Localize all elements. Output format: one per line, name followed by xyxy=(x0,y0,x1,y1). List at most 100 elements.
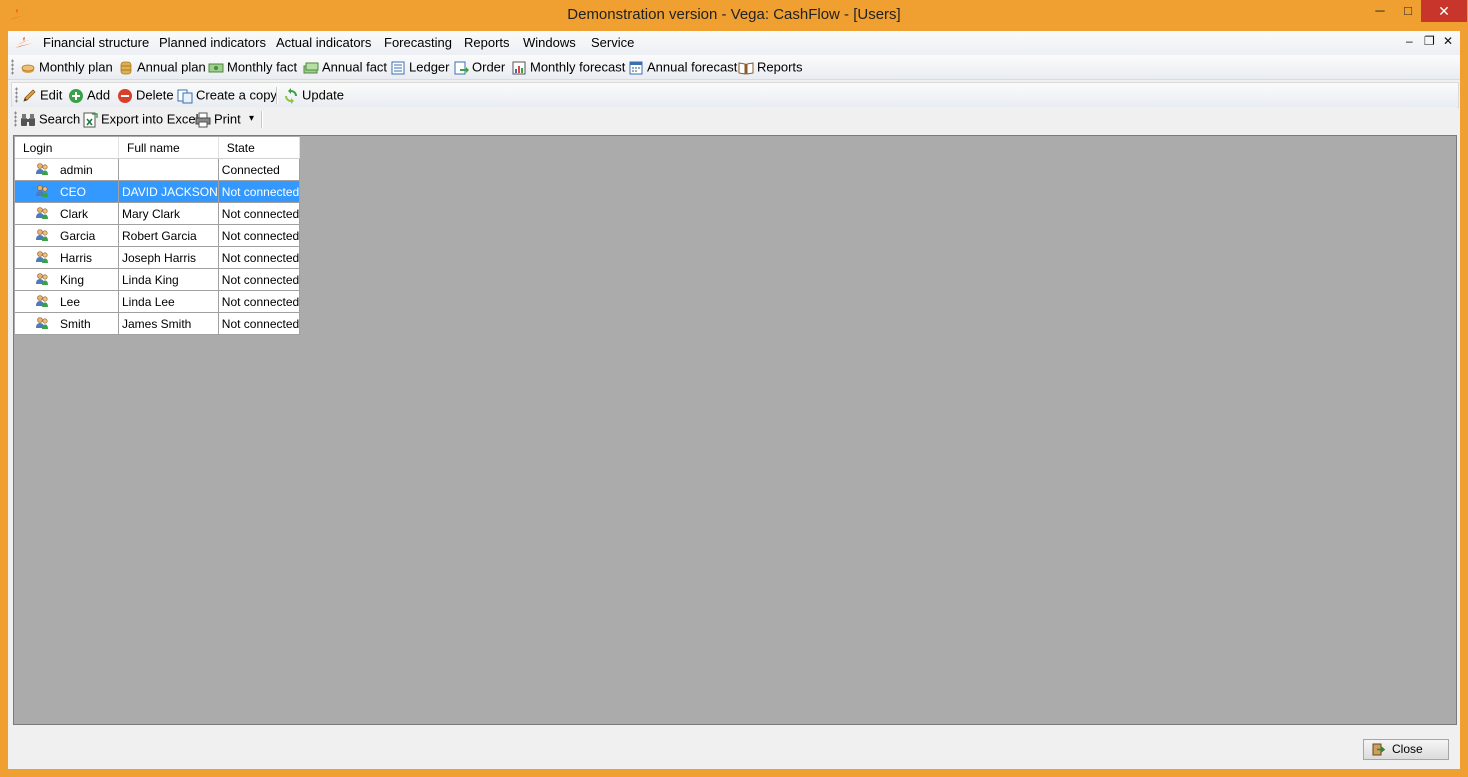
login-cell[interactable]: Garcia xyxy=(15,224,119,247)
export-excel-button[interactable]: Export into Excel xyxy=(82,110,199,128)
full-name-cell[interactable]: Linda King xyxy=(118,268,219,291)
add-icon xyxy=(69,88,83,103)
update-button[interactable]: Update xyxy=(283,86,344,104)
refresh-icon xyxy=(285,87,297,104)
login-cell[interactable]: CEO xyxy=(15,180,119,203)
create-copy-button[interactable]: Create a copy xyxy=(177,86,277,104)
login-cell[interactable]: Harris xyxy=(15,246,119,269)
search-button[interactable]: Search xyxy=(20,110,80,128)
user-icon xyxy=(35,228,49,242)
monthly-forecast-button[interactable]: Monthly forecast xyxy=(511,58,625,76)
toolbar-grip[interactable] xyxy=(11,59,14,75)
table-row[interactable]: King Linda King Not connected xyxy=(15,268,301,291)
login-text: Lee xyxy=(60,295,81,309)
monthly-fact-button[interactable]: Monthly fact xyxy=(208,58,297,76)
toolbar-separator xyxy=(276,87,278,104)
users-grid-area: Login Full name State admin Connected CEO D… xyxy=(13,135,1457,725)
table-row[interactable]: Clark Mary Clark Not connected xyxy=(15,202,301,225)
calendar-icon xyxy=(629,61,643,75)
tools-toolbar: Search Export into Excel Print ▾ xyxy=(11,107,1457,131)
login-cell[interactable]: Clark xyxy=(15,202,119,225)
table-row[interactable]: CEO DAVID JACKSON Not connected xyxy=(15,180,301,203)
state-cell[interactable]: Not connected xyxy=(218,290,301,313)
menu-reports[interactable]: Reports xyxy=(464,35,510,50)
full-name-cell[interactable]: Joseph Harris xyxy=(118,246,219,269)
column-header-full-name[interactable]: Full name xyxy=(118,137,219,159)
title-bar[interactable]: Demonstration version - Vega: CashFlow -… xyxy=(0,0,1468,31)
menu-windows[interactable]: Windows xyxy=(523,35,576,50)
column-header-login[interactable]: Login xyxy=(15,137,119,159)
login-cell[interactable]: admin xyxy=(15,158,119,181)
users-table: Login Full name State admin Connected CEO D… xyxy=(15,137,301,335)
state-cell[interactable]: Not connected xyxy=(218,202,301,225)
menu-service[interactable]: Service xyxy=(591,35,634,50)
state-cell[interactable]: Connected xyxy=(218,158,301,181)
printer-icon xyxy=(195,112,211,128)
full-name-cell[interactable]: DAVID JACKSON xyxy=(118,180,219,203)
ledger-icon xyxy=(391,61,405,75)
app-logo-icon[interactable] xyxy=(14,36,34,50)
print-button[interactable]: Print xyxy=(195,110,241,128)
monthly-plan-button[interactable]: Monthly plan xyxy=(20,58,113,76)
table-row[interactable]: Smith James Smith Not connected xyxy=(15,312,301,335)
toolbar-separator xyxy=(261,111,263,128)
annual-forecast-button[interactable]: Annual forecast xyxy=(628,58,737,76)
menu-actual-indicators[interactable]: Actual indicators xyxy=(276,35,371,50)
banknote-icon xyxy=(208,63,224,73)
edit-button[interactable]: Edit xyxy=(21,86,62,104)
full-name-cell[interactable]: Robert Garcia xyxy=(118,224,219,247)
book-icon xyxy=(738,61,754,75)
login-cell[interactable]: Lee xyxy=(15,290,119,313)
table-row[interactable]: admin Connected xyxy=(15,158,301,181)
window-minimize-button[interactable]: ─ xyxy=(1365,0,1395,22)
state-cell[interactable]: Not connected xyxy=(218,312,301,335)
calendar-chart-icon xyxy=(512,61,526,75)
full-name-cell[interactable]: James Smith xyxy=(118,312,219,335)
full-name-cell[interactable]: Linda Lee xyxy=(118,290,219,313)
state-cell[interactable]: Not connected xyxy=(218,224,301,247)
state-cell[interactable]: Not connected xyxy=(218,180,301,203)
menu-bar: Financial structure Planned indicators A… xyxy=(8,31,1460,55)
exit-door-icon xyxy=(1372,743,1385,756)
toolbar-grip[interactable] xyxy=(15,87,18,103)
reports-button[interactable]: Reports xyxy=(738,58,803,76)
full-name-cell[interactable] xyxy=(118,158,219,181)
delete-icon xyxy=(118,88,132,103)
mdi-close-button[interactable]: ✕ xyxy=(1443,34,1453,48)
mdi-restore-button[interactable]: ❐ xyxy=(1424,34,1435,48)
mdi-minimize-button[interactable]: – xyxy=(1406,34,1413,48)
user-icon xyxy=(35,316,49,330)
user-icon xyxy=(35,206,49,220)
state-cell[interactable]: Not connected xyxy=(218,246,301,269)
window-maximize-button[interactable]: □ xyxy=(1393,0,1423,22)
delete-button[interactable]: Delete xyxy=(117,86,174,104)
full-name-cell[interactable]: Mary Clark xyxy=(118,202,219,225)
menu-forecasting[interactable]: Forecasting xyxy=(384,35,452,50)
ledger-button[interactable]: Ledger xyxy=(390,58,449,76)
user-icon xyxy=(35,272,49,286)
document-toolbar-area: Edit Add Delete Create a copy Update Sea… xyxy=(8,80,1460,135)
annual-fact-button[interactable]: Annual fact xyxy=(303,58,387,76)
toolbar-grip[interactable] xyxy=(14,111,17,127)
login-cell[interactable]: King xyxy=(15,268,119,291)
menu-financial-structure[interactable]: Financial structure xyxy=(43,35,149,50)
action-toolbar: Edit Add Delete Create a copy Update xyxy=(11,82,1459,108)
coin-stack-icon xyxy=(120,61,132,74)
login-cell[interactable]: Smith xyxy=(15,312,119,335)
table-row[interactable]: Garcia Robert Garcia Not connected xyxy=(15,224,301,247)
window-close-button[interactable]: ✕ xyxy=(1421,0,1467,22)
copy-icon xyxy=(177,89,193,104)
add-button[interactable]: Add xyxy=(68,86,110,104)
table-row[interactable]: Lee Linda Lee Not connected xyxy=(15,290,301,313)
pencil-icon xyxy=(23,88,36,102)
order-button[interactable]: Order xyxy=(453,58,505,76)
annual-plan-button[interactable]: Annual plan xyxy=(118,58,206,76)
excel-export-icon xyxy=(83,112,98,128)
app-window: Demonstration version - Vega: CashFlow -… xyxy=(0,0,1468,777)
print-dropdown-arrow[interactable]: ▾ xyxy=(249,110,254,128)
column-header-state[interactable]: State xyxy=(218,137,301,159)
menu-planned-indicators[interactable]: Planned indicators xyxy=(159,35,266,50)
close-button[interactable]: Close xyxy=(1363,739,1449,760)
table-row[interactable]: Harris Joseph Harris Not connected xyxy=(15,246,301,269)
state-cell[interactable]: Not connected xyxy=(218,268,301,291)
